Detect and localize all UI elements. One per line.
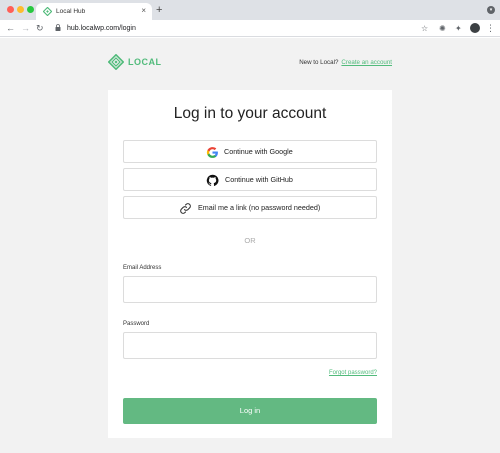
signup-prompt: New to Local? Create an account bbox=[299, 59, 392, 67]
create-account-link[interactable]: Create an account bbox=[341, 59, 392, 66]
tab-strip: Local Hub × + ▾ bbox=[0, 0, 500, 20]
reload-button[interactable]: ↻ bbox=[36, 22, 44, 34]
password-field[interactable] bbox=[123, 332, 377, 359]
signup-prompt-text: New to Local? bbox=[299, 59, 339, 66]
password-label: Password bbox=[123, 321, 150, 327]
github-icon bbox=[206, 174, 219, 186]
google-button-label: Continue with Google bbox=[224, 147, 293, 156]
logo-text: LOCAL bbox=[128, 57, 162, 67]
continue-with-github-button[interactable]: Continue with GitHub bbox=[123, 168, 377, 191]
forward-button[interactable]: → bbox=[21, 22, 30, 34]
or-divider: OR bbox=[244, 236, 256, 245]
profile-avatar-icon[interactable] bbox=[470, 23, 480, 33]
minimize-window-button[interactable] bbox=[17, 6, 24, 13]
new-tab-button[interactable]: + bbox=[156, 4, 162, 16]
tab-close-icon[interactable]: × bbox=[141, 6, 146, 16]
github-button-label: Continue with GitHub bbox=[225, 175, 293, 184]
close-window-button[interactable] bbox=[7, 6, 14, 13]
browser-tab[interactable]: Local Hub × bbox=[36, 3, 152, 20]
address-bar[interactable]: hub.localwp.com/login bbox=[67, 23, 136, 34]
browser-toolbar: ← → ↻ hub.localwp.com/login ☆ ✺ ✦ ⋮ bbox=[0, 20, 500, 37]
login-card: Log in to your account Continue with Goo… bbox=[108, 90, 392, 438]
email-link-button-label: Email me a link (no password needed) bbox=[198, 203, 321, 212]
link-icon bbox=[180, 203, 191, 214]
forgot-password-link[interactable]: Forgot password? bbox=[329, 369, 377, 377]
google-icon bbox=[206, 147, 218, 158]
email-field[interactable] bbox=[123, 276, 377, 303]
browser-menu-icon[interactable]: ⋮ bbox=[486, 22, 495, 34]
lock-icon[interactable] bbox=[55, 24, 61, 31]
puzzle-extension-icon[interactable]: ✦ bbox=[455, 23, 462, 34]
email-label: Email Address bbox=[123, 265, 162, 271]
chrome-update-icon[interactable]: ▾ bbox=[487, 6, 495, 14]
back-button[interactable]: ← bbox=[6, 22, 15, 34]
extension-icon[interactable]: ✺ bbox=[439, 23, 446, 34]
continue-with-google-button[interactable]: Continue with Google bbox=[123, 140, 377, 163]
maximize-window-button[interactable] bbox=[27, 6, 34, 13]
page-title: Log in to your account bbox=[173, 105, 327, 122]
local-logo-icon bbox=[108, 54, 124, 70]
tab-title: Local Hub bbox=[56, 8, 86, 15]
email-me-a-link-button[interactable]: Email me a link (no password needed) bbox=[123, 196, 377, 219]
bookmark-star-icon[interactable]: ☆ bbox=[421, 23, 428, 34]
login-button[interactable]: Log in bbox=[123, 398, 377, 424]
page: LOCAL New to Local? Create an account Log… bbox=[0, 38, 500, 453]
local-favicon-icon bbox=[43, 7, 52, 16]
